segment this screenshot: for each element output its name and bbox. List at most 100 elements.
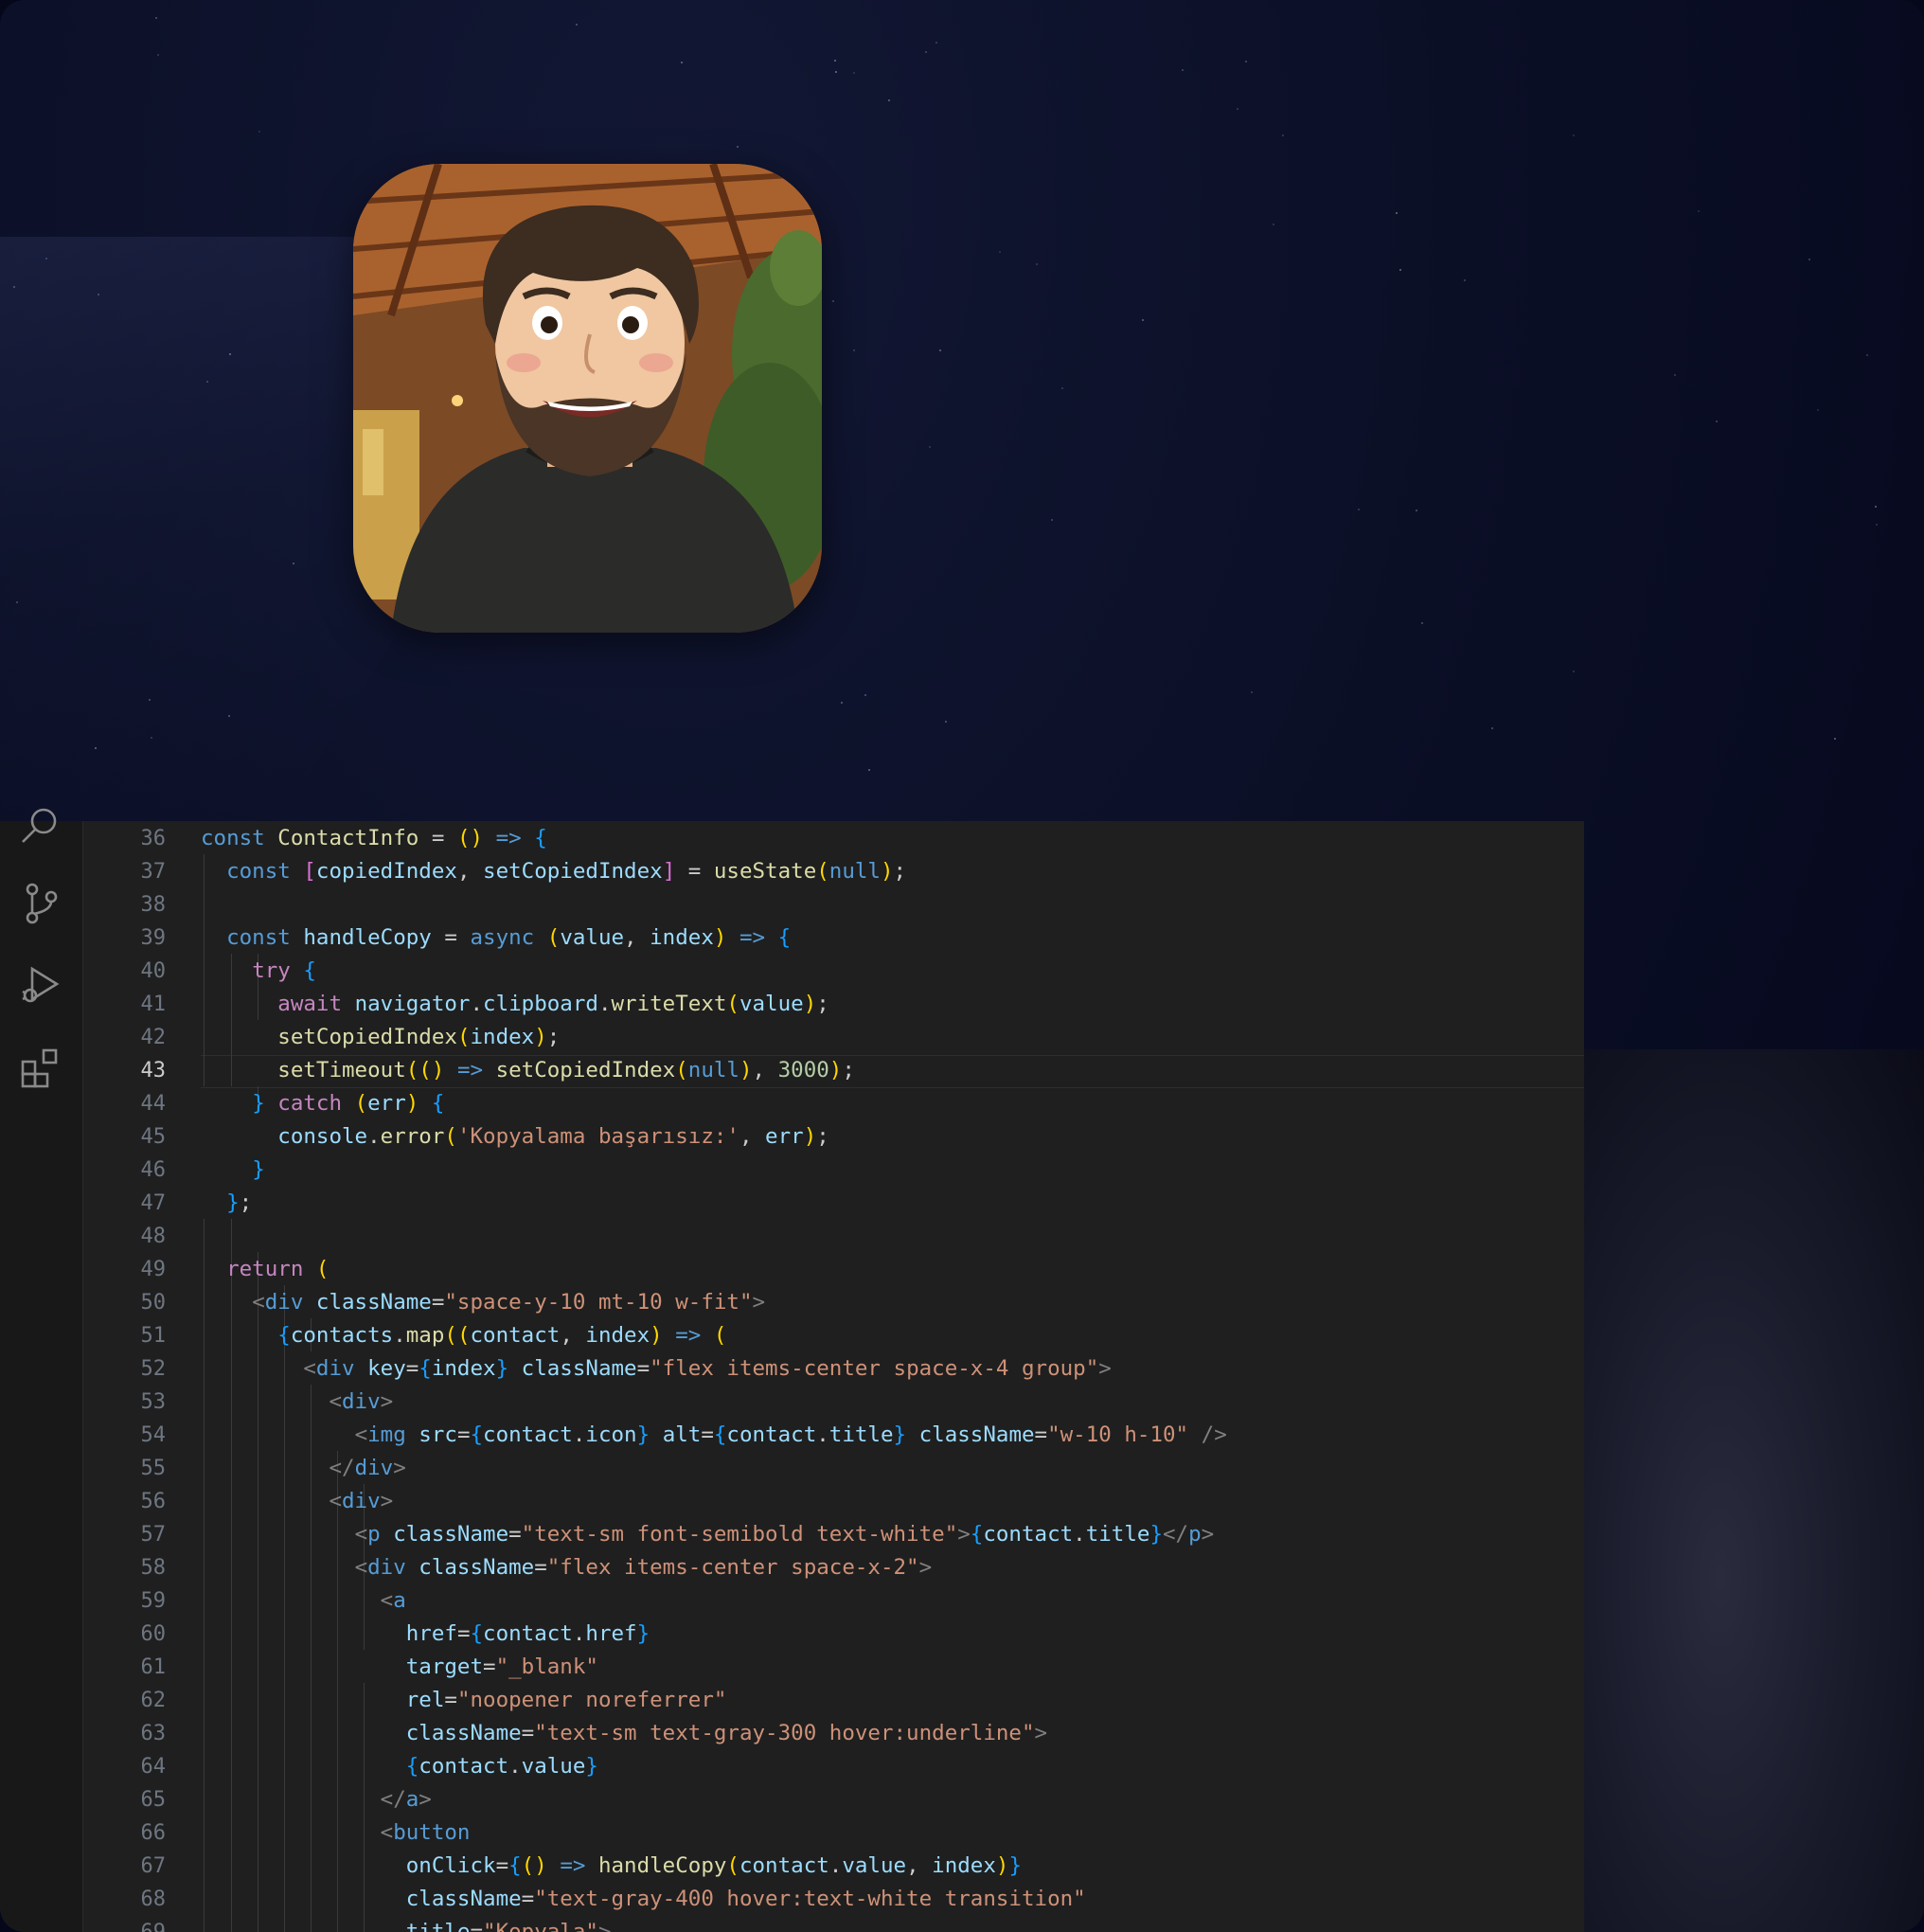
code-line[interactable]: href={contact.href}	[201, 1618, 650, 1651]
code-line[interactable]: </a>	[201, 1783, 432, 1816]
code-line[interactable]: const ContactInfo = () => {	[201, 822, 547, 855]
line-number: 43	[140, 1059, 167, 1082]
line-number: 56	[140, 1490, 167, 1513]
star	[852, 71, 855, 74]
line-number: 52	[140, 1357, 167, 1381]
line-number-gutter: 36 37 38 39 40 41 42 43 44 45 46 47 48 49 50 51 52 53 54 55…	[82, 821, 187, 1932]
star	[1415, 509, 1417, 511]
code-line[interactable]: <img src={contact.icon} alt={contact.tit…	[201, 1419, 1227, 1452]
star	[999, 250, 1002, 253]
code-line[interactable]: <button	[201, 1816, 471, 1850]
code-line[interactable]: <div>	[201, 1485, 393, 1518]
search-icon[interactable]	[19, 808, 62, 851]
code-line[interactable]: return (	[201, 1253, 329, 1286]
line-number: 41	[140, 993, 167, 1016]
code-editor[interactable]: 36 37 38 39 40 41 42 43 44 45 46 47 48 49 50 51 52 53 54 55…	[0, 808, 1584, 1932]
code-line[interactable]: onClick={() => handleCopy(contact.value,…	[201, 1850, 1022, 1883]
star	[228, 353, 231, 356]
star	[1250, 691, 1253, 694]
star	[1674, 374, 1677, 377]
star	[888, 99, 891, 102]
extensions-icon[interactable]	[19, 1046, 62, 1090]
star	[1463, 279, 1466, 282]
star	[1866, 354, 1869, 357]
run-debug-icon[interactable]	[19, 963, 62, 1007]
code-line[interactable]: await navigator.clipboard.writeText(valu…	[201, 988, 829, 1021]
line-number: 66	[140, 1821, 167, 1845]
star	[576, 23, 579, 26]
star	[1697, 210, 1700, 213]
code-line[interactable]: const handleCopy = async (value, index) …	[201, 921, 791, 955]
star	[736, 146, 739, 149]
activity-bar	[0, 808, 83, 1932]
code-line[interactable]: className="text-gray-400 hover:text-whit…	[201, 1883, 1086, 1916]
star	[292, 562, 294, 564]
code-line[interactable]: <div className="flex items-center space-…	[201, 1551, 933, 1584]
code-line[interactable]: }	[201, 1154, 265, 1187]
star	[1833, 737, 1836, 740]
star	[1875, 524, 1878, 527]
code-line[interactable]: <p className="text-sm font-semibold text…	[201, 1518, 1215, 1551]
line-number: 58	[140, 1556, 167, 1580]
line-number: 50	[140, 1291, 167, 1315]
page-background: 36 37 38 39 40 41 42 43 44 45 46 47 48 49 50 51 52 53 54 55…	[0, 0, 1924, 1932]
line-number: 65	[140, 1788, 167, 1812]
line-number: 61	[140, 1655, 167, 1679]
star	[867, 769, 870, 772]
star	[1141, 319, 1144, 322]
code-line[interactable]: setTimeout(() => setCopiedIndex(null), 3…	[201, 1054, 855, 1087]
line-number: 39	[140, 926, 167, 950]
line-number: 47	[140, 1191, 167, 1215]
star	[944, 721, 947, 724]
line-number: 54	[140, 1423, 167, 1447]
line-number: 63	[140, 1722, 167, 1745]
star	[1272, 223, 1274, 225]
code-line[interactable]: rel="noopener noreferrer"	[201, 1684, 727, 1717]
code-line[interactable]: try {	[201, 955, 316, 988]
star	[1421, 622, 1424, 625]
star	[1281, 134, 1284, 136]
line-number: 68	[140, 1887, 167, 1911]
star	[1573, 671, 1576, 673]
line-number: 40	[140, 959, 167, 983]
avatar-illustration	[353, 164, 822, 633]
code-line[interactable]: };	[201, 1187, 252, 1220]
line-number: 48	[140, 1225, 167, 1248]
line-number: 62	[140, 1689, 167, 1712]
star	[1874, 505, 1877, 508]
line-number: 46	[140, 1158, 167, 1182]
code-line[interactable]: setCopiedIndex(index);	[201, 1021, 560, 1054]
star	[1357, 508, 1360, 510]
code-line[interactable]: className="text-sm text-gray-300 hover:u…	[201, 1717, 1047, 1750]
star	[841, 702, 843, 705]
code-line[interactable]: } catch (err) {	[201, 1087, 444, 1120]
code-area[interactable]: const ContactInfo = () => { const [copie…	[201, 821, 1584, 1932]
code-line[interactable]: target="_blank"	[201, 1651, 598, 1684]
code-line[interactable]: </div>	[201, 1452, 405, 1485]
code-line[interactable]: <div>	[201, 1386, 393, 1419]
code-line[interactable]: console.error('Kopyalama başarısız:', er…	[201, 1120, 829, 1154]
code-line[interactable]: <div className="space-y-10 mt-10 w-fit">	[201, 1286, 765, 1319]
star	[938, 349, 941, 351]
star	[1398, 268, 1401, 271]
code-line[interactable]: {contacts.map((contact, index) => (	[201, 1319, 726, 1352]
line-number: 37	[140, 860, 167, 884]
line-number: 42	[140, 1026, 167, 1049]
code-line[interactable]: {contact.value}	[201, 1750, 598, 1783]
code-line[interactable]: title="Kopyala">	[201, 1916, 612, 1932]
star	[835, 71, 838, 74]
code-line[interactable]: <div key={index} className="flex items-c…	[201, 1352, 1111, 1386]
star	[1236, 108, 1238, 111]
star	[156, 54, 159, 57]
star	[1244, 61, 1247, 63]
star	[833, 60, 836, 63]
code-line[interactable]: <a	[201, 1584, 406, 1618]
source-control-icon[interactable]	[19, 882, 62, 925]
line-number: 45	[140, 1125, 167, 1149]
line-number: 57	[140, 1523, 167, 1547]
code-line[interactable]: const [copiedIndex, setCopiedIndex] = us…	[201, 855, 906, 888]
star	[258, 131, 261, 134]
line-number: 44	[140, 1092, 167, 1116]
line-number: 49	[140, 1258, 167, 1281]
star	[1036, 262, 1039, 265]
